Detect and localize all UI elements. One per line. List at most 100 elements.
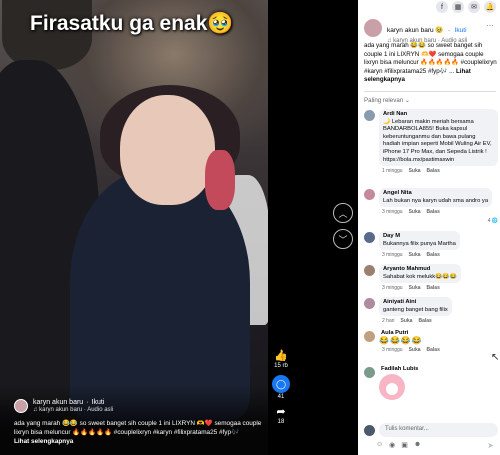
comment-like-link[interactable]: Suka (409, 347, 421, 353)
camera-icon[interactable]: ◉ (389, 441, 395, 449)
comment-text: Sahabat kok melukk😂😂😂 (383, 273, 457, 280)
mouse-cursor-icon: ↖ (491, 352, 500, 363)
comment-meta: 2 hari Suka Balas (382, 318, 452, 324)
post-header: karyn akun baru 🥹 · Ikuti ♫ karyn akun b… (364, 19, 467, 44)
comment-reply-link[interactable]: Balas (418, 318, 431, 324)
video-audio-label[interactable]: ♫ karyn akun baru · Audio asli (33, 407, 113, 413)
comment-time: 3 minggu (382, 285, 403, 292)
person-main-hair-highlight (205, 150, 235, 210)
comment-time: 3 minggu (382, 209, 403, 216)
share-count: 18 (277, 419, 285, 425)
comment-bubble: Day M Bukannya filix punya Martha (379, 231, 460, 251)
avatar[interactable] (364, 265, 375, 276)
avatar[interactable] (364, 189, 375, 200)
avatar[interactable] (364, 331, 375, 342)
video-author-name[interactable]: karyn akun baru (33, 399, 83, 406)
comment-text: 😂😂😂😂 (379, 336, 423, 345)
comment-reply-link[interactable]: Balas (427, 285, 440, 291)
comment-like-link[interactable]: Suka (409, 168, 421, 174)
comment-bubble: Angel Nita Lah bukan nya karyn udah sma … (379, 188, 493, 208)
emoji-icon[interactable]: ☻ (414, 441, 421, 449)
comment-like-link[interactable]: Suka (409, 252, 421, 258)
previous-video-button[interactable]: ︿ (333, 203, 353, 223)
chevron-up-icon: ︿ (338, 208, 348, 219)
avatar[interactable] (364, 19, 382, 37)
video-see-more-link[interactable]: Lihat selengkapnya (14, 437, 264, 446)
comment-button[interactable]: ◯ 41 (272, 375, 290, 400)
send-icon[interactable]: ➤ (487, 441, 494, 450)
video-caption-text: ada yang marah 😂😂 so sweet banget sih co… (14, 420, 262, 436)
post-caption-text: ada yang marah 😂😂 so sweet banget sih co… (364, 42, 497, 75)
more-options-icon[interactable]: ··· (486, 21, 494, 30)
post-author-name[interactable]: karyn akun baru 🥹 (387, 27, 444, 34)
comment-time: 3 minggu (382, 252, 403, 259)
comment-reply-link[interactable]: Balas (427, 252, 440, 258)
video-player[interactable]: Firasatku ga enak🥹 karyn akun baru · Iku… (0, 0, 268, 455)
messenger-icon[interactable]: ✉ (468, 1, 480, 13)
like-button[interactable]: 👍 15 rb (274, 350, 288, 369)
gif-icon[interactable]: ▣ (401, 441, 408, 449)
share-button[interactable]: ➦ 18 (276, 406, 285, 425)
sticker-image (379, 374, 405, 400)
sticker-icon[interactable]: ☺ (376, 441, 383, 449)
comment-reply-link[interactable]: Balas (427, 168, 440, 174)
comment-bubble: Aryanto Mahmud Sahabat kok melukk😂😂😂 (379, 264, 461, 284)
next-video-button[interactable]: ﹀ (333, 229, 353, 249)
comment-reply-link[interactable]: Balas (427, 209, 440, 215)
comment-input[interactable]: Tulis komentar... (379, 423, 498, 437)
comment-time: 1 minggu (382, 168, 403, 175)
comment-meta: 3 minggu Suka Balas (382, 285, 461, 291)
share-icon: ➦ (276, 406, 286, 418)
divider (364, 91, 496, 92)
comment-like-link[interactable]: Suka (401, 318, 413, 324)
post-caption: ada yang marah 😂😂 so sweet banget sih co… (364, 42, 498, 85)
facebook-icon[interactable]: f (436, 1, 448, 13)
comment-count: 41 (277, 394, 285, 400)
like-count: 15 rb (274, 363, 288, 369)
comment-text: Lah bukan nya karyn udah sma andro ya (383, 197, 489, 204)
comment-time: 3 minggu (382, 347, 403, 353)
top-bar: f ▦ ✉ 🔔 (436, 0, 496, 14)
comment-author[interactable]: Ainiyati Aini (383, 299, 448, 307)
comment-author[interactable]: Angel Nita (383, 190, 488, 198)
comment-meta: 3 minggu Suka Balas (382, 209, 492, 215)
comment-meta: 3 minggu Suka Balas (382, 347, 440, 353)
comment-like-link[interactable]: Suka (409, 209, 421, 215)
person-main-face (120, 95, 215, 205)
avatar (364, 425, 375, 436)
comment-item: Fadilah Lubis (364, 366, 498, 400)
comment-sort-dropdown[interactable]: Paling relevan ⌄ (364, 97, 410, 104)
video-author[interactable]: karyn akun baru · Ikuti ♫ karyn akun bar… (14, 399, 113, 413)
thumbs-up-icon: 👍 (274, 350, 288, 362)
comment-item: Ainiyati Aini ganteng banget bang filix … (364, 297, 498, 324)
comment-text: 🌙 Lebaran makin meriah bersama BANDARBOL… (383, 118, 492, 163)
comment-bubble: Ainiyati Aini ganteng banget bang filix (379, 297, 452, 317)
comment-reaction-count[interactable]: 4 🌐 (488, 218, 498, 224)
comment-reply-link[interactable]: Balas (427, 347, 440, 353)
post-follow-link[interactable]: Ikuti (455, 27, 467, 34)
comment-item: Ardi Nan 🌙 Lebaran makin meriah bersama … (364, 109, 498, 174)
comment-item: Day M Bukannya filix punya Martha 3 ming… (364, 231, 498, 258)
video-overlay-text: Firasatku ga enak🥹 (30, 12, 234, 35)
grid-icon[interactable]: ▦ (452, 1, 464, 13)
comment-text: Bukannya filix punya Martha (383, 240, 456, 247)
comment-author[interactable]: Day M (383, 233, 456, 241)
comment-author[interactable]: Fadilah Lubis (379, 366, 418, 372)
comment-item: Aryanto Mahmud Sahabat kok melukk😂😂😂 3 m… (364, 264, 498, 291)
comments-panel: f ▦ ✉ 🔔 karyn akun baru 🥹 · Ikuti ♫ kary… (358, 0, 500, 455)
comment-author[interactable]: Aryanto Mahmud (383, 266, 457, 274)
avatar[interactable] (364, 298, 375, 309)
video-caption: ada yang marah 😂😂 so sweet banget sih co… (14, 419, 264, 446)
composer-tools: ☺ ◉ ▣ ☻ (376, 441, 421, 449)
avatar[interactable] (364, 110, 375, 121)
comment-meta: 3 minggu Suka Balas (382, 252, 460, 258)
comment-composer: Tulis komentar... (364, 423, 498, 437)
avatar[interactable] (14, 399, 28, 413)
comment-author[interactable]: Ardi Nan (383, 111, 494, 119)
video-follow-link[interactable]: Ikuti (92, 399, 105, 406)
avatar[interactable] (364, 367, 375, 378)
bell-icon[interactable]: 🔔 (484, 1, 496, 13)
comment-like-link[interactable]: Suka (409, 285, 421, 291)
comment-meta: 1 minggu Suka Balas (382, 168, 498, 174)
avatar[interactable] (364, 232, 375, 243)
